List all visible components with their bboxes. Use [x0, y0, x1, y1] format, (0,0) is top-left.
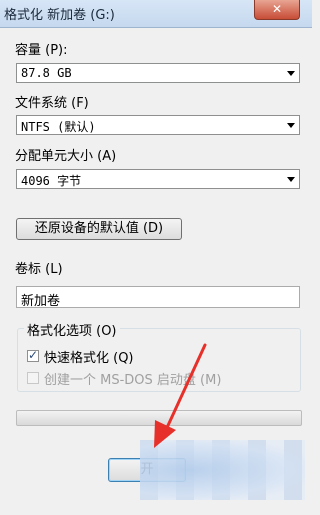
red-arrow-icon	[154, 343, 207, 448]
